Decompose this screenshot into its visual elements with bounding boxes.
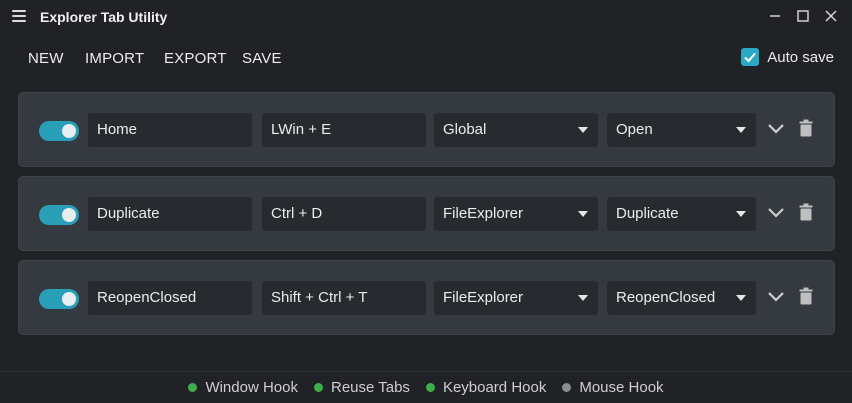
autosave-checkbox[interactable] bbox=[741, 48, 760, 66]
action-select-value: Open bbox=[616, 121, 653, 138]
export-button[interactable]: EXPORT bbox=[164, 50, 227, 67]
status-bar: Window Hook Reuse Tabs Keyboard Hook Mou… bbox=[0, 371, 852, 403]
chevron-down-icon[interactable] bbox=[767, 121, 785, 135]
action-select-value: Duplicate bbox=[616, 205, 679, 222]
new-button[interactable]: NEW bbox=[28, 50, 64, 67]
trash-icon[interactable] bbox=[799, 203, 813, 221]
hotkey-keys-field[interactable]: Ctrl + D bbox=[262, 197, 426, 231]
hotkey-keys-field[interactable]: LWin + E bbox=[262, 113, 426, 147]
scope-select-value: FileExplorer bbox=[443, 289, 524, 306]
window-controls bbox=[768, 8, 838, 24]
status-dot-icon bbox=[562, 383, 572, 392]
action-select[interactable]: Open bbox=[607, 113, 756, 147]
status-dot-icon bbox=[188, 383, 198, 392]
minimize-icon bbox=[770, 15, 780, 17]
status-dot-icon bbox=[313, 383, 323, 392]
hotkey-name-field[interactable]: Home bbox=[88, 113, 252, 147]
hamburger-menu-icon[interactable] bbox=[12, 10, 26, 22]
action-select-value: ReopenClosed bbox=[616, 289, 716, 306]
autosave-label: Auto save bbox=[767, 48, 834, 66]
hotkey-row: Duplicate Ctrl + D FileExplorer Duplicat… bbox=[18, 176, 835, 251]
chevron-down-icon[interactable] bbox=[767, 289, 785, 303]
enable-toggle[interactable] bbox=[39, 289, 79, 309]
app-title: Explorer Tab Utility bbox=[40, 9, 168, 25]
enable-toggle[interactable] bbox=[39, 121, 79, 141]
status-dot-icon bbox=[425, 383, 435, 392]
action-select[interactable]: ReopenClosed bbox=[607, 281, 756, 315]
minimize-button[interactable] bbox=[768, 8, 782, 24]
maximize-icon bbox=[797, 10, 809, 22]
close-button[interactable] bbox=[824, 8, 838, 24]
hotkey-row: Home LWin + E Global Open bbox=[18, 92, 835, 167]
status-keyboard-hook: Keyboard Hook bbox=[425, 379, 547, 396]
scope-select-value: FileExplorer bbox=[443, 205, 524, 222]
status-label: Keyboard Hook bbox=[442, 379, 547, 396]
status-label: Mouse Hook bbox=[579, 379, 664, 396]
scope-select[interactable]: Global bbox=[434, 113, 598, 147]
trash-icon[interactable] bbox=[799, 287, 813, 305]
scope-select[interactable]: FileExplorer bbox=[434, 197, 598, 231]
maximize-button[interactable] bbox=[796, 8, 810, 24]
dropdown-caret-icon bbox=[578, 127, 588, 133]
dropdown-caret-icon bbox=[736, 295, 746, 301]
trash-icon[interactable] bbox=[799, 119, 813, 137]
status-window-hook: Window Hook bbox=[188, 379, 298, 396]
save-button[interactable]: SAVE bbox=[242, 50, 282, 67]
hotkey-keys-field[interactable]: Shift + Ctrl + T bbox=[262, 281, 426, 315]
scope-select[interactable]: FileExplorer bbox=[434, 281, 598, 315]
hotkey-row: ReopenClosed Shift + Ctrl + T FileExplor… bbox=[18, 260, 835, 335]
enable-toggle[interactable] bbox=[39, 205, 79, 225]
scope-select-value: Global bbox=[443, 121, 487, 138]
status-label: Reuse Tabs bbox=[330, 379, 410, 396]
checkmark-icon bbox=[744, 52, 757, 63]
hotkey-name-field[interactable]: ReopenClosed bbox=[88, 281, 252, 315]
dropdown-caret-icon bbox=[578, 211, 588, 217]
import-button[interactable]: IMPORT bbox=[85, 50, 144, 67]
chevron-down-icon[interactable] bbox=[767, 205, 785, 219]
autosave-option: Auto save bbox=[741, 48, 834, 66]
close-icon bbox=[825, 10, 837, 22]
dropdown-caret-icon bbox=[578, 295, 588, 301]
toolbar: NEW IMPORT EXPORT SAVE Auto save bbox=[0, 46, 852, 72]
dropdown-caret-icon bbox=[736, 211, 746, 217]
action-select[interactable]: Duplicate bbox=[607, 197, 756, 231]
title-bar: Explorer Tab Utility bbox=[0, 0, 852, 34]
hotkey-list: Home LWin + E Global Open Duplicate Ctrl… bbox=[18, 92, 835, 344]
dropdown-caret-icon bbox=[736, 127, 746, 133]
status-label: Window Hook bbox=[205, 379, 298, 396]
status-reuse-tabs: Reuse Tabs bbox=[313, 379, 410, 396]
app-window: Explorer Tab Utility NEW IMPORT EXPORT S… bbox=[0, 0, 852, 402]
hotkey-name-field[interactable]: Duplicate bbox=[88, 197, 252, 231]
status-mouse-hook: Mouse Hook bbox=[562, 379, 664, 396]
